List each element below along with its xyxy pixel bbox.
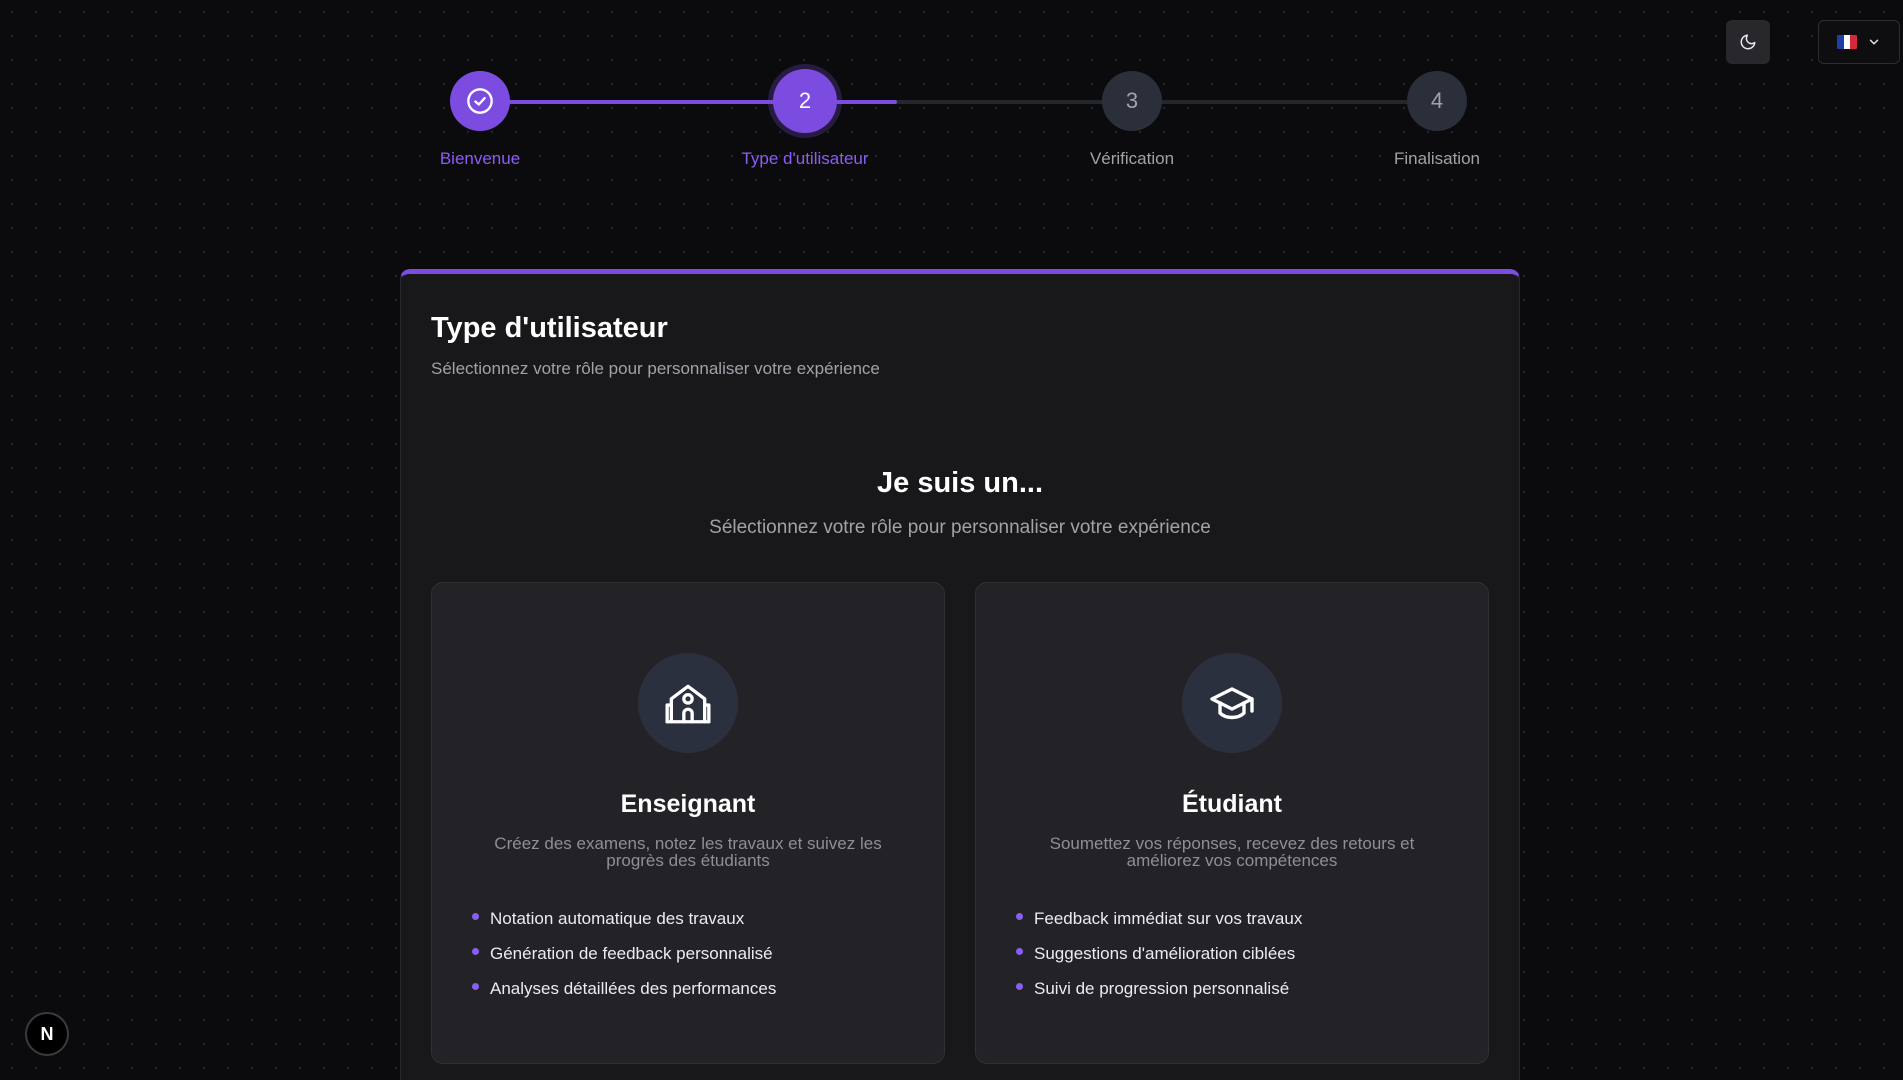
feature-text: Suivi de progression personnalisé — [1034, 978, 1290, 998]
feature-text: Feedback immédiat sur vos travaux — [1034, 908, 1303, 928]
role-name: Étudiant — [1182, 790, 1282, 818]
feature-list: Feedback immédiat sur vos travaux Sugges… — [1016, 901, 1302, 1006]
step-4-circle[interactable]: 4 — [1407, 71, 1467, 131]
bullet-icon — [1016, 983, 1023, 990]
feature-text: Notation automatique des travaux — [490, 908, 745, 928]
bullet-icon — [1016, 913, 1023, 920]
chevron-down-icon — [1869, 39, 1879, 45]
role-card-teacher[interactable]: Enseignant Créez des examens, notez les … — [431, 582, 945, 1064]
list-item: Suggestions d'amélioration ciblées — [1016, 936, 1302, 971]
feature-text: Suggestions d'amélioration ciblées — [1034, 943, 1296, 963]
section-subtitle: Sélectionnez votre rôle pour personnalis… — [709, 517, 1211, 538]
step-3-circle[interactable]: 3 — [1102, 71, 1162, 131]
dev-badge-label: N — [40, 1023, 54, 1044]
list-item: Notation automatique des travaux — [472, 901, 776, 936]
feature-text: Analyses détaillées des performances — [490, 978, 777, 998]
user-type-card: Type d'utilisateur Sélectionnez votre rô… — [400, 269, 1520, 1080]
graduation-cap-icon — [1182, 653, 1282, 753]
theme-toggle-button[interactable] — [1726, 20, 1770, 64]
feature-text: Génération de feedback personnalisé — [490, 943, 773, 963]
check-circle-icon — [467, 88, 493, 114]
role-description: Créez des examens, notez les travaux et … — [494, 834, 882, 870]
card-subtitle: Sélectionnez votre rôle pour personnalis… — [431, 359, 880, 378]
list-item: Feedback immédiat sur vos travaux — [1016, 901, 1302, 936]
step-3-label: Vérification — [1089, 149, 1175, 168]
role-name: Enseignant — [620, 790, 756, 818]
step-2-number: 2 — [798, 88, 812, 113]
flag-fr-icon — [1837, 35, 1857, 49]
card-title: Type d'utilisateur — [431, 312, 668, 344]
list-item: Génération de feedback personnalisé — [472, 936, 776, 971]
step-3-number: 3 — [1125, 88, 1139, 113]
step-4-number: 4 — [1430, 88, 1444, 113]
step-4-label: Finalisation — [1394, 149, 1480, 168]
list-item: Analyses détaillées des performances — [472, 971, 776, 1006]
bullet-icon — [472, 913, 479, 920]
section-title: Je suis un... — [877, 467, 1043, 499]
role-description: Soumettez vos réponses, recevez des reto… — [1049, 834, 1415, 870]
school-icon — [638, 653, 738, 753]
nextjs-dev-badge[interactable]: N — [25, 1012, 69, 1056]
step-2-circle[interactable]: 2 — [773, 69, 837, 133]
step-2-label: Type d'utilisateur — [741, 149, 869, 168]
language-select[interactable] — [1818, 20, 1900, 64]
moon-icon — [1740, 34, 1756, 50]
feature-list: Notation automatique des travaux Générat… — [472, 901, 776, 1006]
step-1-circle[interactable] — [450, 71, 510, 131]
bullet-icon — [472, 948, 479, 955]
step-1-label: Bienvenue — [439, 149, 521, 168]
bullet-icon — [1016, 948, 1023, 955]
role-card-student[interactable]: Étudiant Soumettez vos réponses, recevez… — [975, 582, 1489, 1064]
list-item: Suivi de progression personnalisé — [1016, 971, 1302, 1006]
bullet-icon — [472, 983, 479, 990]
